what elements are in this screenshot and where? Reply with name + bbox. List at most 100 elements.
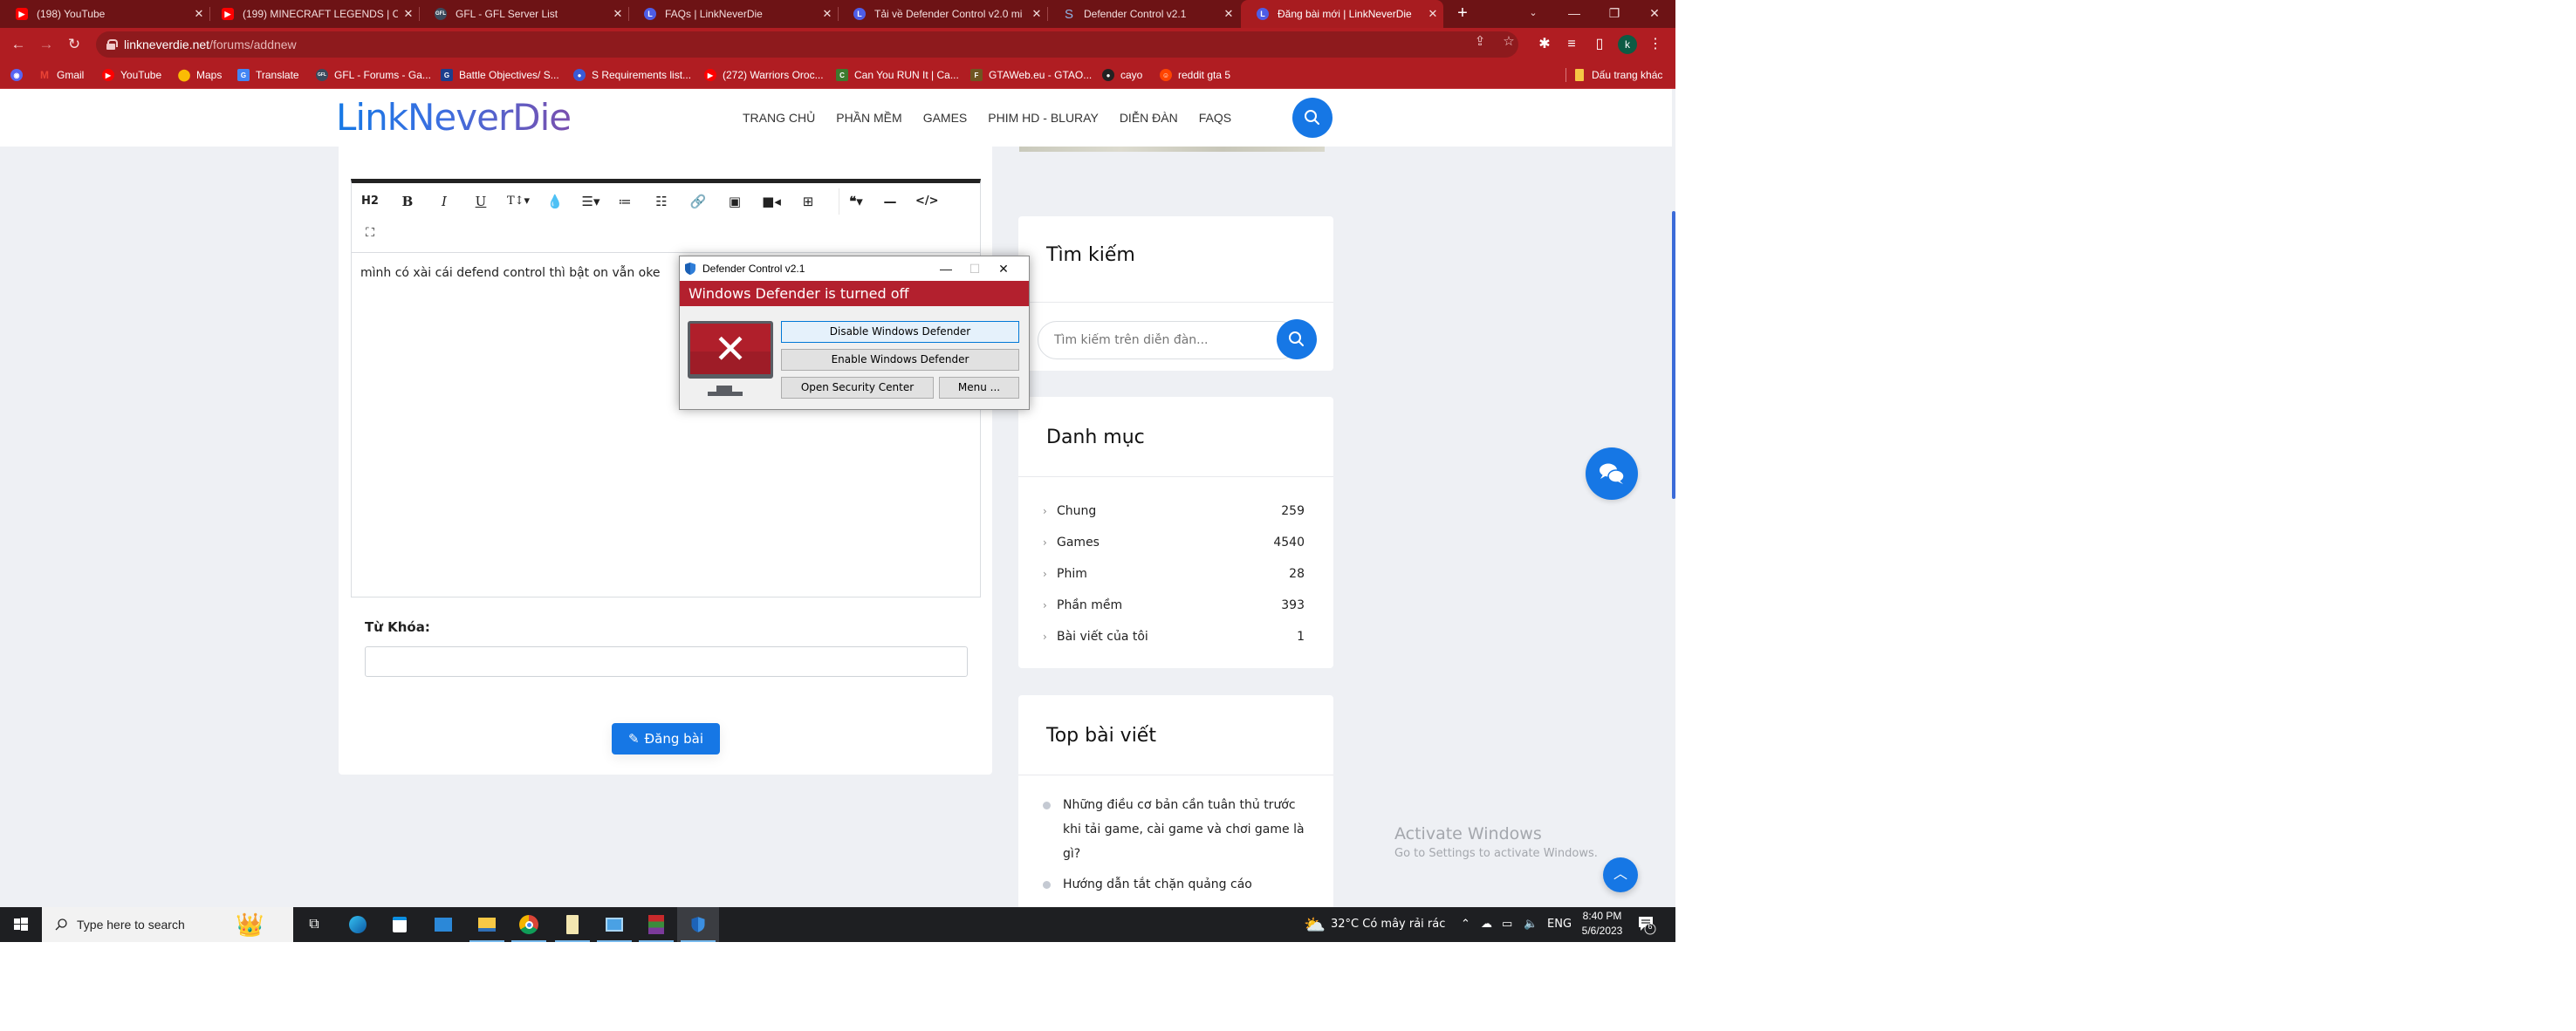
- media-playlist-icon[interactable]: ≡: [1560, 33, 1583, 56]
- bookmark-translate[interactable]: G Translate: [237, 61, 299, 89]
- bookmark-gfl-forums[interactable]: GFL GFL - Forums - Ga...: [316, 61, 431, 89]
- font-size-dropdown[interactable]: T↕▾: [504, 190, 532, 213]
- chat-widget-button[interactable]: [1586, 447, 1638, 500]
- nav-games[interactable]: GAMES: [923, 111, 968, 125]
- task-view-button[interactable]: ⧉: [293, 907, 335, 942]
- taskbar-mail[interactable]: [422, 907, 464, 942]
- code-view-button[interactable]: </>: [915, 190, 939, 213]
- taskbar-defender-control[interactable]: [677, 907, 719, 942]
- header-search-button[interactable]: [1292, 98, 1333, 138]
- nav-faqs[interactable]: FAQS: [1199, 111, 1231, 125]
- close-tab-icon[interactable]: ✕: [817, 7, 838, 21]
- link-icon[interactable]: 🔗: [687, 190, 709, 213]
- bookmark-battle-objectives[interactable]: G Battle Objectives/ S...: [441, 61, 559, 89]
- tab-faqs[interactable]: L FAQs | LinkNeverDie ✕: [628, 0, 839, 28]
- horizontal-rule-button[interactable]: —: [879, 190, 901, 213]
- table-icon[interactable]: ⊞: [797, 190, 819, 213]
- restore-window-button[interactable]: ❐: [1595, 0, 1634, 28]
- bookmark-discord[interactable]: ◉: [10, 61, 29, 89]
- other-bookmarks-folder[interactable]: Dấu trang khác: [1575, 61, 1662, 89]
- site-logo[interactable]: LinkNeverDie: [336, 96, 572, 139]
- close-tab-icon[interactable]: ✕: [1422, 7, 1443, 21]
- close-tab-icon[interactable]: ✕: [1026, 7, 1047, 21]
- nav-dien-dan[interactable]: DIỄN ĐÀN: [1120, 111, 1178, 125]
- tab-search-chevron-icon[interactable]: ⌄: [1514, 0, 1552, 28]
- tab-defender-download[interactable]: L Tải về Defender Control v2.0 mi ✕: [838, 0, 1048, 28]
- open-security-center-button[interactable]: Open Security Center: [781, 377, 934, 399]
- weather-icon[interactable]: ⛅: [1304, 907, 1326, 942]
- language-indicator[interactable]: ENG: [1547, 907, 1572, 942]
- menu-button[interactable]: Menu ...: [939, 377, 1019, 399]
- close-window-button[interactable]: ✕: [1635, 0, 1674, 28]
- taskbar-store[interactable]: [379, 907, 421, 942]
- heading-h2-button[interactable]: H2: [359, 190, 381, 213]
- more-menu-icon[interactable]: ⋮: [1644, 33, 1667, 56]
- nav-phim-hd[interactable]: PHIM HD - BLURAY: [988, 111, 1099, 125]
- bookmark-warriors[interactable]: ▶ (272) Warriors Oroc...: [704, 61, 824, 89]
- show-hidden-icons-chevron[interactable]: ⌃: [1461, 907, 1470, 942]
- quote-dropdown[interactable]: ❝▾: [842, 190, 870, 213]
- close-tab-icon[interactable]: ✕: [188, 7, 209, 21]
- align-dropdown[interactable]: ☰▾: [577, 190, 605, 213]
- bookmark-star-icon[interactable]: ☆: [1501, 34, 1517, 50]
- bookmark-gtaweb[interactable]: F GTAWeb.eu - GTAO...: [970, 61, 1092, 89]
- top-post-item[interactable]: Những điều cơ bản cần tuân thủ trước khi…: [1043, 793, 1313, 866]
- weather-text[interactable]: 32°C Có mây rải rác: [1331, 907, 1445, 942]
- tab-gfl-server-list[interactable]: GFL GFL - GFL Server List ✕: [419, 0, 629, 28]
- forum-search-button[interactable]: [1277, 319, 1317, 359]
- enable-defender-button[interactable]: Enable Windows Defender: [781, 349, 1019, 371]
- tab-minecraft-legends[interactable]: ▶ (199) MINECRAFT LEGENDS | Ch ✕: [209, 0, 420, 28]
- fullscreen-button[interactable]: ⛶: [359, 222, 381, 244]
- start-button[interactable]: [0, 907, 42, 942]
- bookmark-maps[interactable]: ⬤ Maps: [178, 61, 223, 89]
- video-icon[interactable]: ■◂: [760, 190, 783, 213]
- nav-trang-chu[interactable]: TRANG CHỦ: [743, 111, 815, 125]
- dialog-close-button[interactable]: ✕: [990, 256, 1017, 281]
- keywords-input[interactable]: [365, 646, 968, 677]
- tab-defender-control[interactable]: S Defender Control v2.1 ✕: [1047, 0, 1239, 28]
- share-icon[interactable]: ⇪: [1472, 34, 1488, 50]
- category-item[interactable]: › Games 4540: [1043, 533, 1305, 552]
- image-icon[interactable]: ▣: [723, 190, 746, 213]
- unordered-list-button[interactable]: ☷: [650, 190, 673, 213]
- profile-avatar[interactable]: k: [1618, 35, 1637, 54]
- taskbar-file-explorer[interactable]: [466, 907, 508, 942]
- submit-post-button[interactable]: ✎ Đăng bài: [612, 723, 720, 754]
- forward-button[interactable]: →: [35, 33, 58, 56]
- category-item[interactable]: › Chung 259: [1043, 502, 1305, 521]
- forum-search-input[interactable]: [1038, 321, 1299, 359]
- text-color-drop-icon[interactable]: 💧: [544, 190, 566, 213]
- taskbar-winrar[interactable]: [635, 907, 677, 942]
- taskbar-chrome[interactable]: [508, 907, 550, 942]
- bookmark-gmail[interactable]: M Gmail: [38, 61, 84, 89]
- extensions-puzzle-icon[interactable]: ✱: [1533, 33, 1556, 56]
- category-item[interactable]: › Phim 28: [1043, 564, 1305, 584]
- bookmark-can-you-run-it[interactable]: C Can You RUN It | Ca...: [836, 61, 959, 89]
- disable-defender-button[interactable]: Disable Windows Defender: [781, 321, 1019, 343]
- new-tab-button[interactable]: +: [1452, 3, 1473, 24]
- bookmark-reddit-gta5[interactable]: ☺ reddit gta 5: [1160, 61, 1230, 89]
- scrollbar-thumb[interactable]: [1672, 211, 1675, 499]
- network-icon[interactable]: ▭: [1502, 907, 1512, 942]
- underline-button[interactable]: U: [469, 190, 492, 213]
- close-tab-icon[interactable]: ✕: [607, 7, 628, 21]
- minimize-window-button[interactable]: —: [1555, 0, 1593, 28]
- back-button[interactable]: ←: [7, 33, 30, 56]
- taskbar-control-panel[interactable]: [593, 907, 635, 942]
- taskbar-clock[interactable]: 8:40 PM 5/6/2023: [1578, 909, 1627, 939]
- tab-youtube[interactable]: ▶ (198) YouTube ✕: [0, 0, 210, 28]
- top-post-item[interactable]: Hướng dẫn tắt chặn quảng cáo: [1043, 872, 1313, 897]
- bookmark-cayo[interactable]: ● cayo: [1102, 61, 1142, 89]
- tab-dang-bai-moi[interactable]: L Đăng bài mới | LinkNeverDie ✕: [1241, 0, 1443, 28]
- category-item[interactable]: › Bài viết của tôi 1: [1043, 627, 1305, 646]
- reload-button[interactable]: ↻: [63, 33, 86, 56]
- taskbar-edge[interactable]: [337, 907, 379, 942]
- italic-button[interactable]: I: [433, 190, 456, 213]
- action-center-button[interactable]: 6: [1637, 914, 1656, 935]
- dialog-minimize-button[interactable]: —: [933, 256, 959, 281]
- volume-icon[interactable]: 🔈: [1524, 907, 1538, 942]
- bookmark-youtube[interactable]: ▶ YouTube: [102, 61, 161, 89]
- address-bar[interactable]: linkneverdie.net/forums/addnew: [96, 31, 1518, 58]
- taskbar-notepad[interactable]: [552, 907, 593, 942]
- bold-button[interactable]: B: [396, 190, 419, 213]
